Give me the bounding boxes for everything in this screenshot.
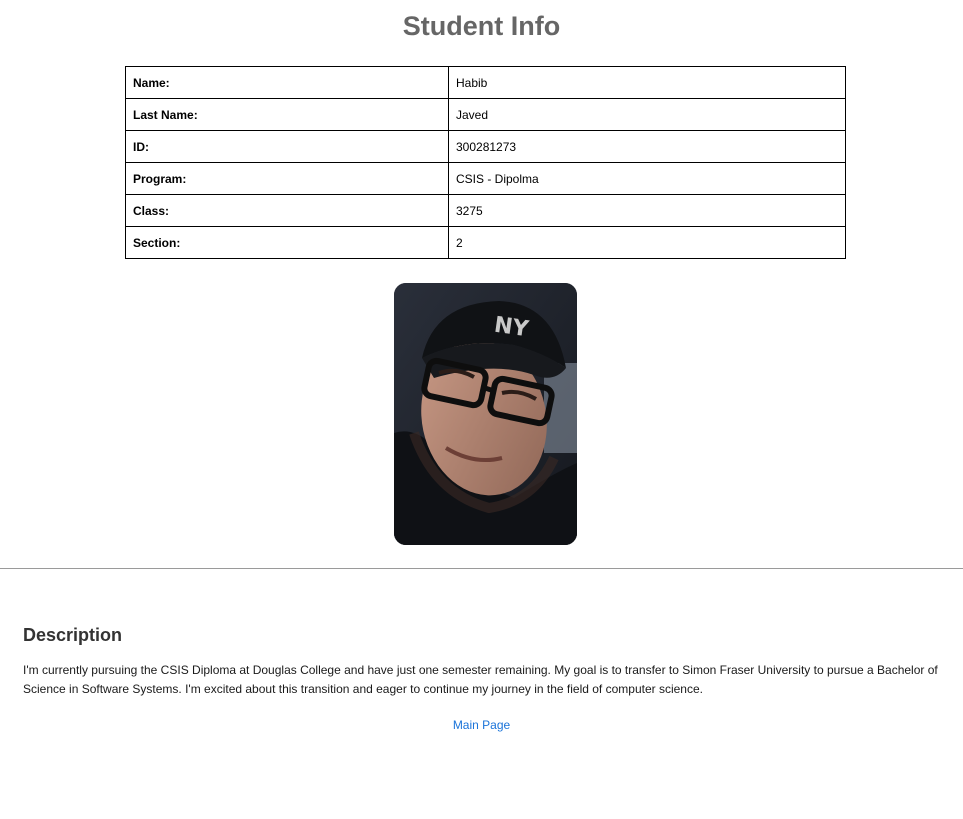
student-info-table: Name: Habib Last Name: Javed ID: 3002812… <box>125 66 846 259</box>
row-value-last-name: Javed <box>448 98 846 131</box>
section-divider <box>0 568 963 569</box>
table-row: Class: 3275 <box>125 194 846 227</box>
row-label-last-name: Last Name: <box>125 98 449 131</box>
table-row: Name: Habib <box>125 66 846 99</box>
row-label-id: ID: <box>125 130 449 163</box>
row-value-program: CSIS - Dipolma <box>448 162 846 195</box>
table-row: Last Name: Javed <box>125 98 846 131</box>
main-page-link-container: Main Page <box>0 716 963 734</box>
row-label-section: Section: <box>125 226 449 259</box>
student-photo: NY <box>394 283 577 545</box>
svg-text:NY: NY <box>493 313 532 343</box>
portrait-illustration: NY <box>394 283 577 545</box>
row-label-name: Name: <box>125 66 449 99</box>
row-value-section: 2 <box>448 226 846 259</box>
row-value-id: 300281273 <box>448 130 846 163</box>
table-row: Section: 2 <box>125 226 846 259</box>
row-label-class: Class: <box>125 194 449 227</box>
table-row: Program: CSIS - Dipolma <box>125 162 846 195</box>
row-value-name: Habib <box>448 66 846 99</box>
description-text: I'm currently pursuing the CSIS Diploma … <box>23 663 938 696</box>
main-page-link[interactable]: Main Page <box>453 718 510 732</box>
description-heading: Description <box>23 625 123 645</box>
row-value-class: 3275 <box>448 194 846 227</box>
row-label-program: Program: <box>125 162 449 195</box>
page-title: Student Info <box>402 11 561 41</box>
table-row: ID: 300281273 <box>125 130 846 163</box>
